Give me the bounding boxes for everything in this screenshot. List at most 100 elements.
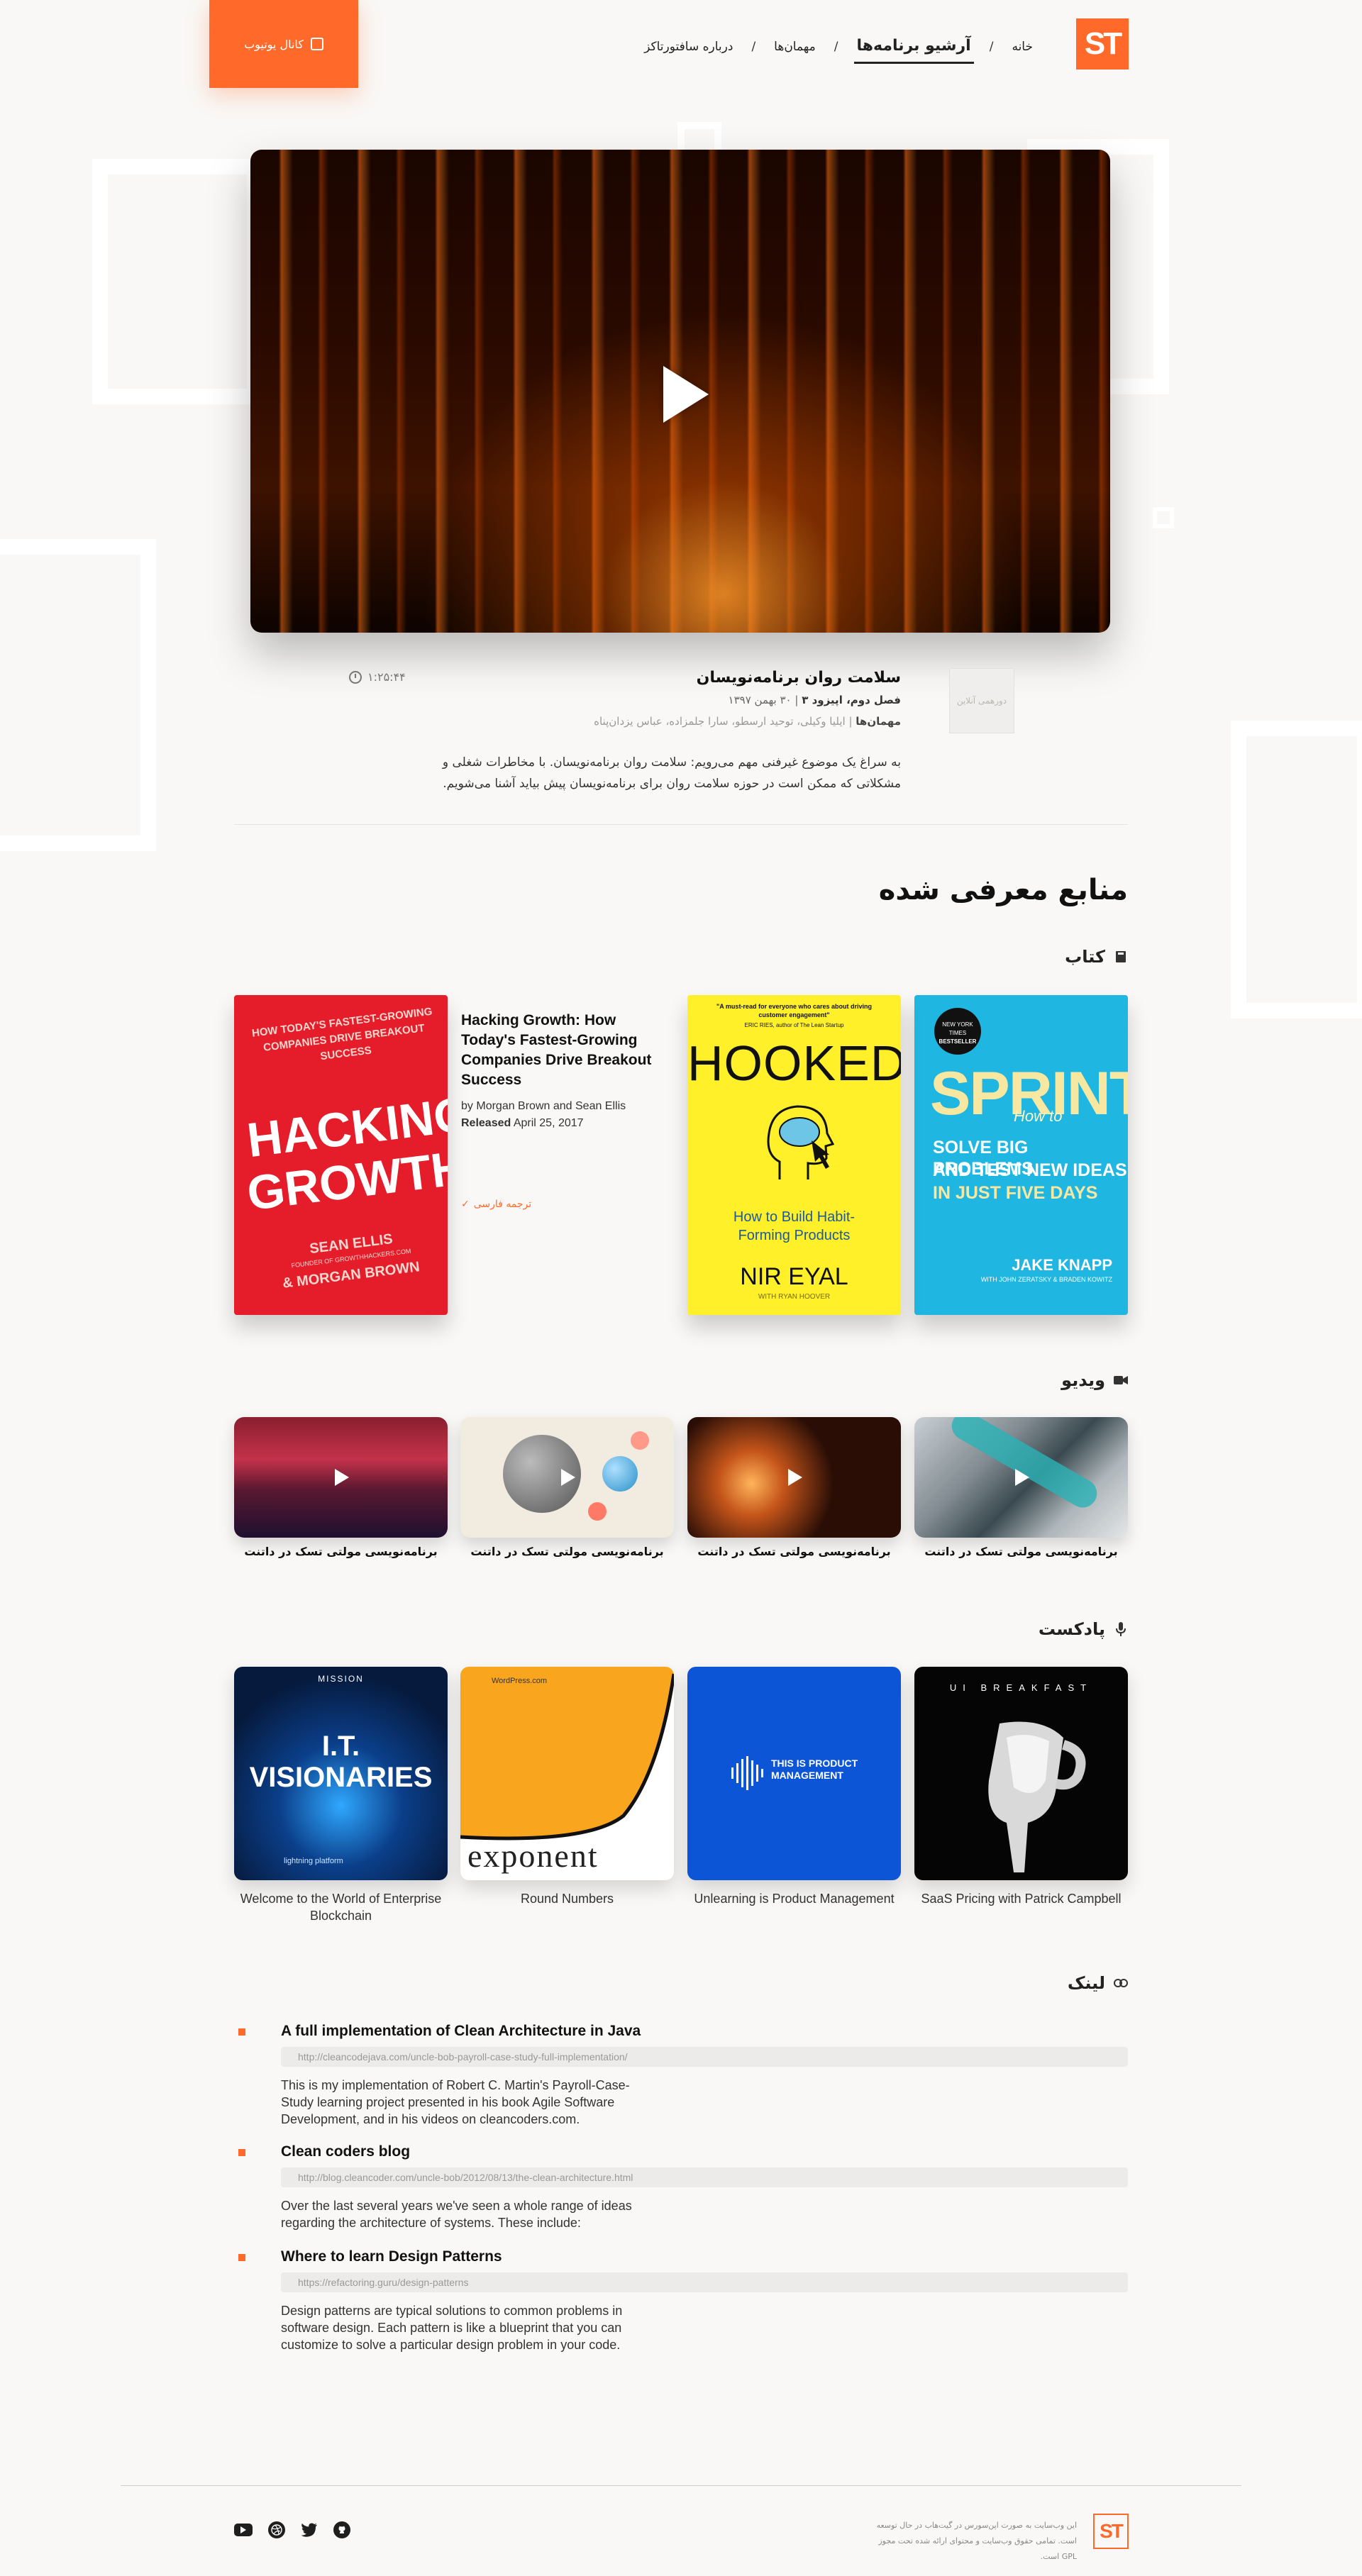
podcast-artwork[interactable]: MISSION I.T. VISIONARIES lightning platf… — [234, 1667, 448, 1880]
guests-list: | ایلیا وکیلی، توحید ارسطو، سارا جلمزاده… — [594, 715, 856, 728]
book-cover-hooked[interactable]: "A must-read for everyone who cares abou… — [687, 995, 901, 1315]
podcast-card[interactable]: UI BREAKFAST SaaS Pricing with Patrick C… — [914, 1667, 1128, 1907]
video-caption: برنامه‌نویسی مولتی تسک در داتنت — [924, 1545, 1118, 1558]
youtube-icon[interactable] — [234, 2524, 253, 2536]
episode-duration: ۱:۲۵:۴۴ — [349, 670, 406, 684]
video-thumbnail[interactable] — [234, 1417, 448, 1538]
link-description: Design patterns are typical solutions to… — [281, 2304, 623, 2352]
video-camera-icon — [1114, 1373, 1128, 1387]
duration-value: ۱:۲۵:۴۴ — [367, 670, 406, 684]
podcast-artwork[interactable]: UI BREAKFAST — [914, 1667, 1128, 1880]
podcast-caption: Welcome to the World of Enterprise Block… — [240, 1892, 442, 1923]
github-icon[interactable] — [333, 2521, 350, 2538]
video-thumbnail[interactable] — [687, 1417, 901, 1538]
podcasts-heading-label: پادکست — [1038, 1619, 1105, 1639]
divider — [234, 824, 1128, 825]
podcast-artwork[interactable]: WordPress.com exponent — [460, 1667, 674, 1880]
video-card[interactable]: برنامه‌نویسی مولتی تسک در داتنت — [234, 1417, 448, 1558]
footer-logo[interactable]: ST — [1093, 2514, 1129, 2549]
resources-title: منابع معرفی شده — [878, 874, 1128, 906]
milk-jug-illustration — [988, 1721, 1086, 1872]
bullet-marker — [238, 2254, 245, 2261]
main-nav: خانه / آرشیو برنامه‌ها / مهمان‌ها / دربا… — [641, 30, 1036, 64]
hooked-title: HOOKED — [687, 1036, 901, 1091]
videos-heading-label: ویدیو — [1061, 1370, 1105, 1390]
badge-top-text: NEW YORK TIMES — [942, 1021, 973, 1036]
background-frame — [1153, 507, 1174, 528]
episode-title: سلامت روان برنامه‌نویسان — [696, 669, 901, 687]
nav-item-guests[interactable]: مهمان‌ها — [771, 40, 819, 54]
link-icon — [1114, 1976, 1128, 1990]
episode-description: به سراغ یک موضوع غیرفنی مهم می‌رویم: سلا… — [442, 755, 901, 791]
episode-meta: فصل دوم، اپیزود ۳ | ۳۰ بهمن ۱۳۹۷ — [729, 694, 901, 706]
podcast-art-text: UI BREAKFAST — [949, 1682, 1093, 1693]
books-heading: کتاب — [1065, 947, 1128, 967]
video-thumbnail[interactable] — [914, 1417, 1128, 1538]
play-icon — [1015, 1469, 1029, 1486]
book-icon — [1114, 950, 1128, 964]
book-by-label: by — [461, 1100, 473, 1112]
play-icon[interactable] — [663, 366, 709, 423]
site-logo[interactable]: ST — [1076, 18, 1129, 70]
book-released-value: April 25, 2017 — [513, 1117, 584, 1129]
footer-text: این وب‌سایت به صورت اپن‌سورس در گیت‌هاب … — [876, 2521, 1077, 2561]
sprint-author: JAKE KNAPP — [1012, 1256, 1112, 1274]
sprint-line3: AND TEST NEW IDEAS — [933, 1160, 1127, 1180]
nav-item-home[interactable]: خانه — [1009, 40, 1036, 54]
link-url[interactable]: https://refactoring.guru/design-patterns — [281, 2272, 1128, 2292]
guests-label: مهمان‌ها — [856, 715, 901, 728]
podcast-artwork[interactable]: THIS IS PRODUCT MANAGEMENT — [687, 1667, 901, 1880]
video-card[interactable]: برنامه‌نویسی مولتی تسک در داتنت — [687, 1417, 901, 1558]
link-title[interactable]: Clean coders blog — [281, 2143, 1128, 2160]
podcast-caption: Round Numbers — [520, 1892, 614, 1906]
podcast-art-text: exponent — [467, 1838, 599, 1874]
book-released: Released April 25, 2017 — [461, 1117, 667, 1130]
video-card[interactable]: برنامه‌نویسی مولتی تسک در داتنت — [914, 1417, 1128, 1558]
video-caption: برنامه‌نویسی مولتی تسک در داتنت — [470, 1545, 664, 1558]
nav-separator: / — [989, 40, 994, 54]
translation-label: ترجمه فارسی — [473, 1199, 532, 1210]
hooked-coauthor: WITH RYAN HOOVER — [758, 1293, 831, 1301]
nav-item-about[interactable]: درباره سافتورتاکز — [641, 40, 736, 54]
link-title[interactable]: A full implementation of Clean Architect… — [281, 2023, 1128, 2040]
footer-divider — [121, 2485, 1241, 2486]
episode-video-player[interactable] — [250, 150, 1110, 633]
sprint-line4: IN JUST FIVE DAYS — [933, 1183, 1098, 1203]
persian-translation-link[interactable]: ترجمه فارسی ✓ — [461, 1199, 531, 1210]
hooked-quote: "A must-read for everyone who cares abou… — [716, 1003, 872, 1018]
bullet-marker — [238, 2028, 245, 2036]
play-icon — [335, 1469, 349, 1486]
play-icon — [788, 1469, 802, 1486]
book-cover-hacking-growth[interactable]: HOW TODAY'S FASTEST-GROWING COMPANIES DR… — [234, 995, 448, 1315]
link-description: This is my implementation of Robert C. M… — [281, 2078, 630, 2126]
video-card[interactable]: برنامه‌نویسی مولتی تسک در داتنت — [460, 1417, 674, 1558]
nav-item-archive[interactable]: آرشیو برنامه‌ها — [853, 37, 974, 64]
external-link-icon — [310, 38, 323, 50]
book-title[interactable]: Hacking Growth: How Today's Fastest-Grow… — [461, 1011, 667, 1090]
link-url[interactable]: http://blog.cleancoder.com/uncle-bob/201… — [281, 2167, 1128, 2187]
podcast-card[interactable]: MISSION I.T. VISIONARIES lightning platf… — [234, 1667, 448, 1924]
link-url[interactable]: http://cleancodejava.com/uncle-bob-payro… — [281, 2047, 1128, 2067]
podcast-card[interactable]: THIS IS PRODUCT MANAGEMENT Unlearning is… — [687, 1667, 901, 1907]
video-thumbnail[interactable] — [460, 1417, 674, 1538]
video-caption: برنامه‌نویسی مولتی تسک در داتنت — [697, 1545, 891, 1558]
podcast-art-sub: MISSION — [318, 1674, 364, 1684]
badge-bottom-text: BESTSELLER — [939, 1038, 977, 1045]
video-caption: برنامه‌نویسی مولتی تسک در داتنت — [244, 1545, 438, 1558]
dribbble-icon[interactable] — [268, 2521, 285, 2538]
twitter-icon[interactable] — [301, 2521, 318, 2538]
podcast-art-sub: WordPress.com — [492, 1677, 548, 1685]
youtube-channel-button[interactable]: کانال یوتیوب — [209, 0, 358, 88]
link-item: Where to learn Design Patterns https://r… — [234, 2248, 1128, 2353]
podcast-art-text: I.T. VISIONARIES — [249, 1731, 433, 1793]
links-heading: لینک — [1068, 1973, 1128, 1993]
videos-heading: ویدیو — [1061, 1370, 1128, 1390]
link-title[interactable]: Where to learn Design Patterns — [281, 2248, 1128, 2265]
background-frame — [92, 159, 262, 404]
check-icon: ✓ — [461, 1199, 470, 1210]
link-item: A full implementation of Clean Architect… — [234, 2023, 1128, 2128]
bestseller-badge: NEW YORK TIMES BESTSELLER — [934, 1008, 981, 1055]
book-cover-sprint[interactable]: NEW YORK TIMES BESTSELLER SPRINT How to … — [914, 995, 1128, 1315]
book-details: Hacking Growth: How Today's Fastest-Grow… — [461, 1011, 667, 1130]
podcast-card[interactable]: WordPress.com exponent Round Numbers — [460, 1667, 674, 1907]
